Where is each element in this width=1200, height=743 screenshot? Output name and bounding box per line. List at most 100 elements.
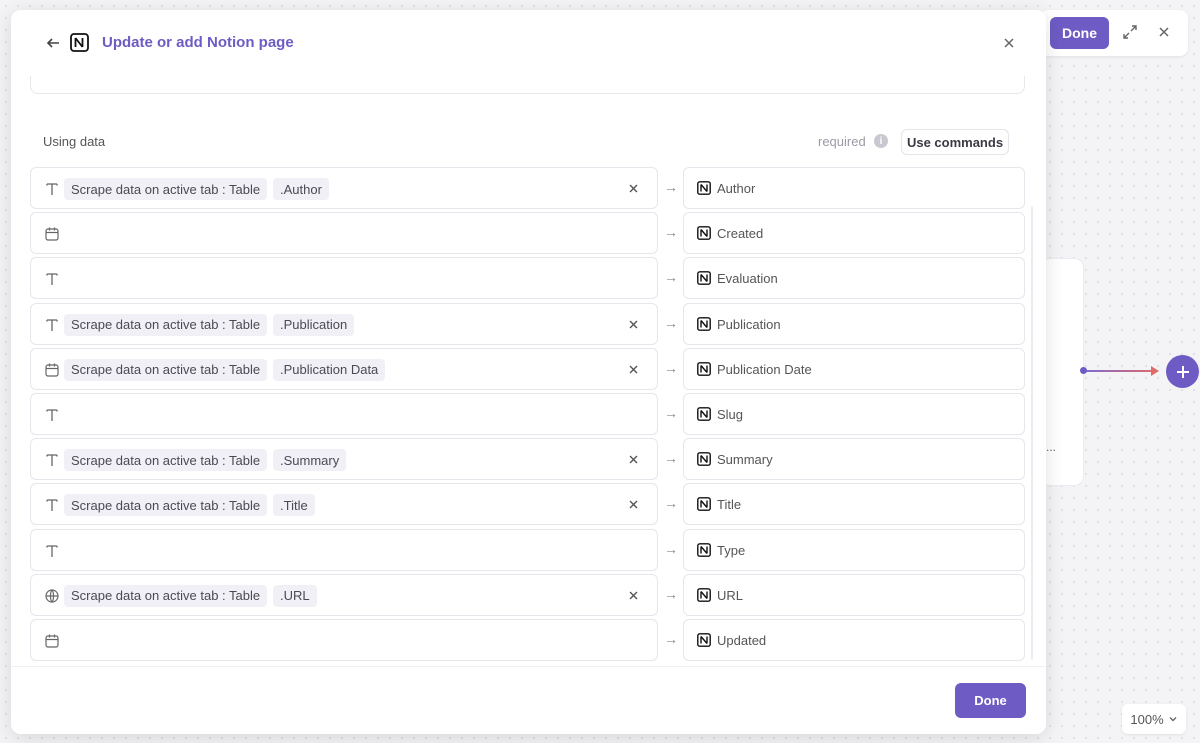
- text-icon: [44, 497, 60, 513]
- arrow-icon: →: [664, 495, 678, 512]
- clear-icon[interactable]: [627, 318, 640, 331]
- value-input[interactable]: Scrape data on active tab : Table .Publi…: [30, 347, 658, 390]
- edge-handle[interactable]: [1080, 367, 1087, 374]
- property-label: Publication Date: [717, 361, 812, 377]
- modal-header: Update or add Notion page: [11, 10, 1046, 76]
- calendar-icon: [44, 226, 60, 242]
- notion-modal: Update or add Notion page Using data req…: [11, 10, 1046, 734]
- clear-icon[interactable]: [627, 589, 640, 602]
- text-icon: [44, 271, 60, 287]
- scrollbar[interactable]: [1031, 206, 1033, 660]
- source-chip[interactable]: Scrape data on active tab : Table: [64, 584, 268, 607]
- property-label: Slug: [717, 406, 744, 422]
- arrow-icon: →: [664, 359, 678, 376]
- zoom-selector[interactable]: 100%: [1122, 704, 1186, 734]
- field-chip[interactable]: .Publication: [273, 313, 355, 336]
- source-chip[interactable]: Scrape data on active tab : Table: [64, 313, 268, 336]
- notion-icon: [697, 452, 711, 467]
- use-commands-button[interactable]: Use commands: [901, 129, 1009, 155]
- modal-footer: Done: [11, 666, 1046, 734]
- required-label: required: [818, 134, 866, 149]
- notion-icon: [697, 542, 711, 557]
- arrow-icon: →: [664, 314, 678, 331]
- notion-icon: [697, 587, 711, 602]
- notion-property: Created: [683, 212, 1025, 255]
- mapping-row: Scrape data on active tab : Table .Publi…: [30, 302, 1025, 345]
- property-label: Type: [717, 542, 746, 558]
- notion-icon: [697, 271, 711, 286]
- edge-arrow-icon: [1151, 366, 1159, 376]
- field-chip[interactable]: .Summary: [273, 449, 347, 472]
- value-input[interactable]: Scrape data on active tab : Table .Summa…: [30, 438, 658, 481]
- value-input[interactable]: Scrape data on active tab : Table .Title: [30, 483, 658, 526]
- back-arrow-icon[interactable]: [45, 35, 61, 51]
- value-input[interactable]: Scrape data on active tab : Table .Autho…: [30, 167, 658, 209]
- property-label: URL: [717, 587, 744, 603]
- value-input[interactable]: [30, 212, 658, 255]
- source-chip[interactable]: Scrape data on active tab : Table: [64, 358, 268, 381]
- edge-line: [1084, 370, 1156, 372]
- field-chip[interactable]: .Title: [273, 494, 315, 517]
- arrow-icon: →: [664, 224, 678, 241]
- canvas-done-button[interactable]: Done: [1050, 17, 1109, 49]
- mapping-row: Scrape data on active tab : Table .Publi…: [30, 347, 1025, 390]
- property-label: Evaluation: [717, 271, 778, 287]
- zoom-level: 100%: [1130, 711, 1164, 727]
- clear-icon[interactable]: [627, 182, 640, 195]
- mapping-row: Scrape data on active tab : Table .Title…: [30, 483, 1025, 526]
- mapping-row: Scrape data on active tab : Table .Summa…: [30, 438, 1025, 481]
- value-input[interactable]: [30, 257, 658, 300]
- source-chip[interactable]: Scrape data on active tab : Table: [64, 178, 268, 200]
- property-label: Publication: [717, 316, 781, 332]
- arrow-icon: →: [664, 585, 678, 602]
- previous-field[interactable]: [30, 76, 1025, 94]
- clear-icon[interactable]: [627, 363, 640, 376]
- node-menu-icon[interactable]: ...: [1046, 440, 1056, 454]
- notion-icon: [697, 181, 711, 195]
- calendar-icon: [44, 362, 60, 378]
- notion-property: Title: [683, 483, 1025, 526]
- mapping-row: → Slug: [30, 392, 1025, 435]
- chevron-down-icon: [1169, 717, 1177, 722]
- close-icon[interactable]: [1002, 36, 1016, 50]
- clear-icon[interactable]: [627, 498, 640, 511]
- property-label: Author: [717, 181, 756, 196]
- property-label: Summary: [717, 452, 773, 468]
- source-chip[interactable]: Scrape data on active tab : Table: [64, 494, 268, 517]
- value-input[interactable]: [30, 528, 658, 571]
- property-label: Created: [717, 226, 764, 242]
- notion-property: Author: [683, 167, 1025, 209]
- field-chip[interactable]: .URL: [273, 584, 317, 607]
- notion-property: Evaluation: [683, 257, 1025, 300]
- value-input[interactable]: Scrape data on active tab : Table .URL: [30, 573, 658, 616]
- notion-icon: [697, 226, 711, 241]
- using-data-label: Using data: [43, 134, 106, 149]
- globe-icon: [44, 588, 60, 604]
- notion-icon: [697, 361, 711, 376]
- value-input[interactable]: [30, 392, 658, 435]
- expand-icon[interactable]: [1122, 24, 1138, 40]
- add-node-button[interactable]: [1166, 355, 1199, 388]
- text-icon: [44, 407, 60, 423]
- field-chip[interactable]: .Publication Data: [273, 358, 386, 381]
- notion-logo-icon: [70, 33, 89, 52]
- mapping-row: → Evaluation: [30, 257, 1025, 300]
- text-icon: [44, 317, 60, 333]
- source-chip[interactable]: Scrape data on active tab : Table: [64, 449, 268, 472]
- value-input[interactable]: Scrape data on active tab : Table .Publi…: [30, 302, 658, 345]
- field-chip[interactable]: .Author: [273, 178, 329, 200]
- text-icon: [44, 543, 60, 559]
- value-input[interactable]: [30, 618, 658, 661]
- arrow-icon: →: [664, 179, 678, 195]
- done-button[interactable]: Done: [955, 683, 1026, 718]
- canvas-close-icon[interactable]: [1156, 24, 1172, 40]
- notion-icon: [697, 316, 711, 331]
- clear-icon[interactable]: [627, 453, 640, 466]
- property-label: Title: [717, 497, 742, 513]
- info-icon[interactable]: i: [874, 134, 888, 148]
- modal-body: Using data required i Use commands Scrap…: [11, 76, 1046, 666]
- notion-property: Summary: [683, 438, 1025, 481]
- arrow-icon: →: [664, 404, 678, 421]
- notion-property: URL: [683, 573, 1025, 616]
- notion-property: Publication: [683, 302, 1025, 345]
